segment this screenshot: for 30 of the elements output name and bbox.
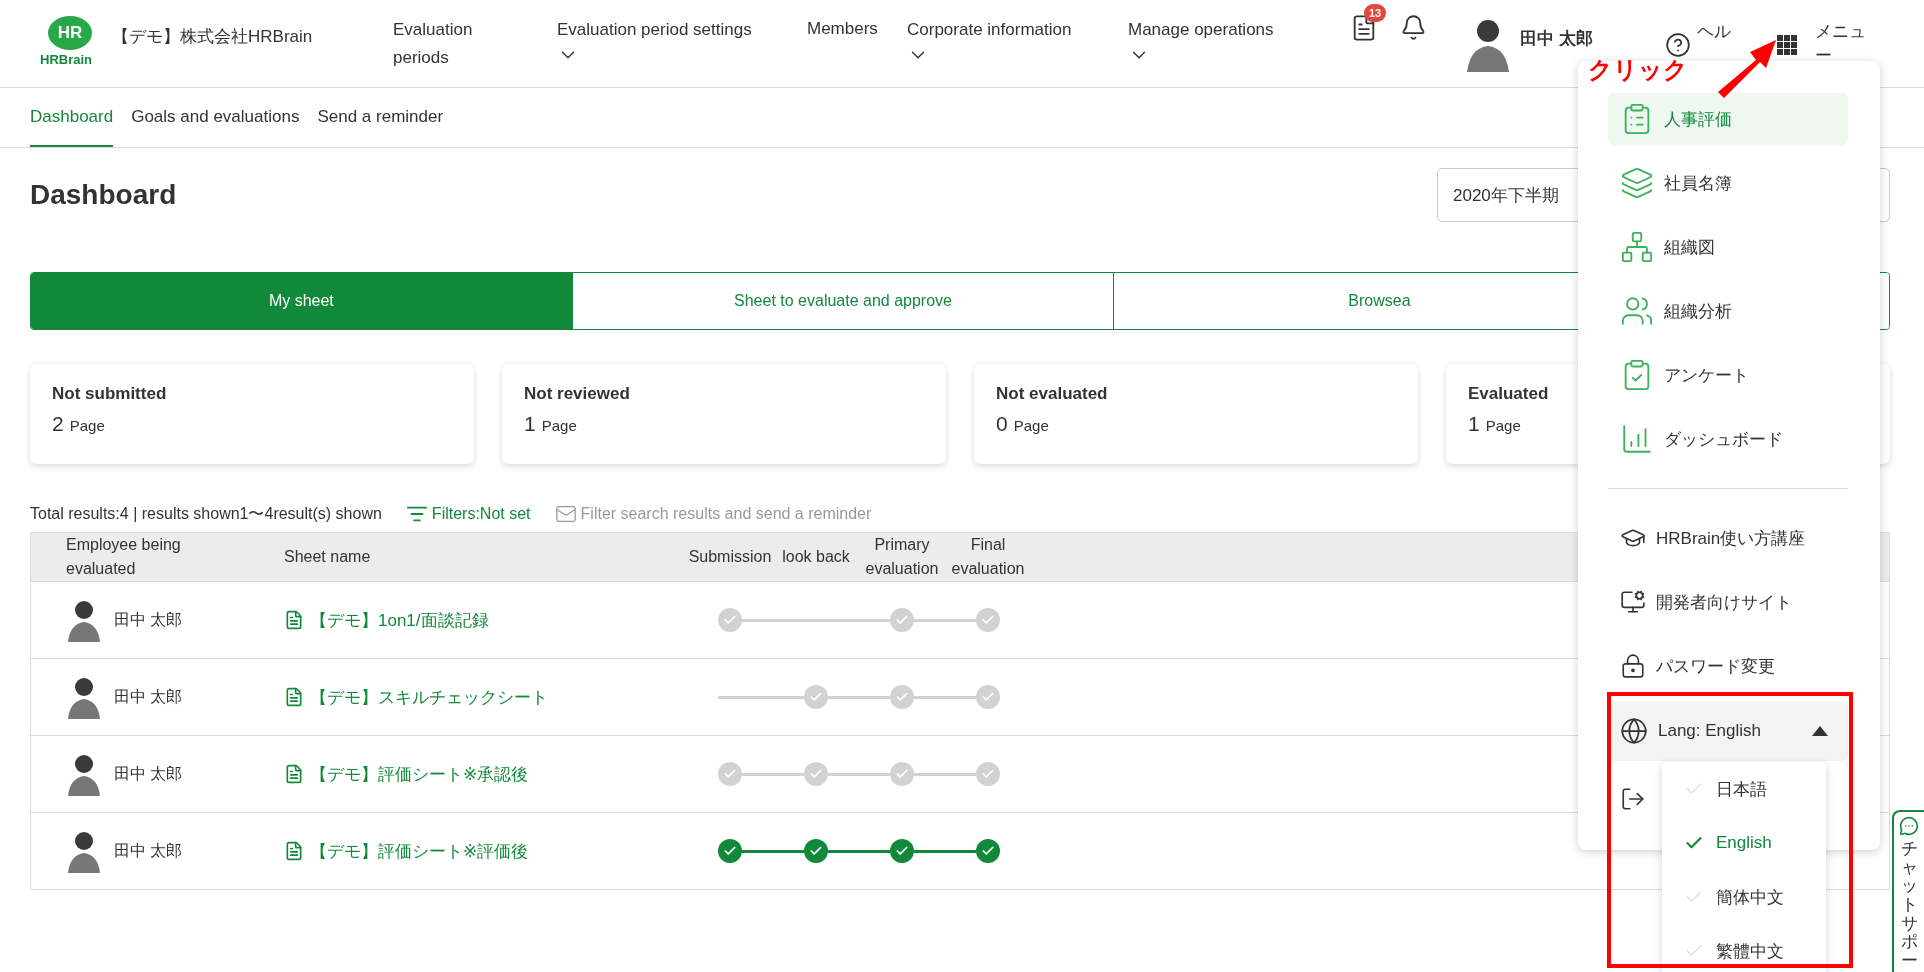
employee-name: 田中 太郎	[114, 686, 183, 707]
card-count: 2	[52, 412, 64, 436]
employee-name: 田中 太郎	[114, 840, 183, 861]
chat-support-label: チャットサポー	[1900, 840, 1918, 971]
column-header: look back	[781, 547, 851, 567]
employee-name: 田中 太郎	[114, 609, 183, 630]
card-title: Not reviewed	[524, 384, 631, 404]
card-title: Not evaluated	[996, 384, 1109, 404]
column-header: Final evaluation	[950, 535, 1026, 579]
company-name: 【デモ】株式会社HRBrain	[112, 26, 313, 48]
logo-text: HRBrain	[40, 52, 92, 67]
column-header: Primary evaluation	[864, 535, 940, 579]
annotation-label: クリック	[1588, 55, 1688, 85]
card-unit: Page	[541, 417, 577, 434]
column-header: Submission	[687, 547, 773, 567]
employee-name: 田中 太郎	[114, 763, 183, 784]
logo-mark: HR	[48, 16, 92, 50]
card-unit: Page	[1485, 417, 1521, 434]
column-header: Employee being evaluated	[66, 535, 182, 579]
results-summary: Total results:4 | results shown1〜4result(s) shown	[30, 503, 382, 524]
card-title: Not submitted	[52, 384, 168, 404]
card-unit: Page	[69, 417, 105, 434]
card-count: 1	[524, 412, 536, 436]
notification-badge: 13	[1364, 4, 1387, 22]
card-unit: Page	[1013, 417, 1049, 434]
card-title: Evaluated	[1468, 384, 1550, 404]
card-count: 0	[996, 412, 1008, 436]
page-title: Dashboard	[30, 179, 177, 211]
column-header: Sheet name	[284, 547, 372, 567]
card-count: 1	[1468, 412, 1480, 436]
